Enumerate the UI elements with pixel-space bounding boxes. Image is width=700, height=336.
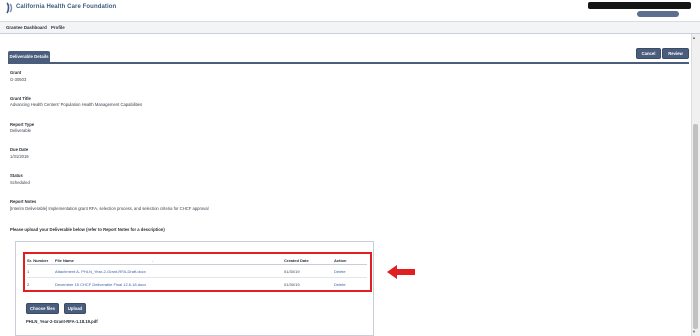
grant-value: G-30503 <box>10 77 27 82</box>
left-arrow-icon <box>387 265 415 279</box>
due-date-value: 1/31/2019 <box>10 154 29 159</box>
due-date-label: Due Date <box>10 147 29 152</box>
upload-button[interactable]: Upload <box>64 303 86 314</box>
nav-item-profile[interactable]: Profile <box>51 25 65 30</box>
report-notes-label: Report Notes <box>10 199 37 204</box>
org-name: California Health Care Foundation <box>16 4 117 10</box>
cancel-button[interactable]: Cancel <box>636 48 661 59</box>
scroll-down-icon[interactable]: ▼ <box>692 329 696 334</box>
selected-file-name: PHLN_Year-2-Grant-RFA-1.18.19.pdf <box>26 319 98 324</box>
user-menu-button[interactable] <box>637 11 679 17</box>
scroll-up-icon[interactable]: ▲ <box>692 35 696 40</box>
grant-title-label: Grant Title <box>10 96 31 101</box>
scrollbar-thumb[interactable] <box>693 124 698 329</box>
nav-item-grantee-dashboard[interactable]: Grantee Dashboard <box>6 25 47 30</box>
grant-label: Grant <box>10 70 22 75</box>
choose-files-button[interactable]: Choose files <box>26 303 59 314</box>
report-notes-value: [Interim Deliverable] Implementation gra… <box>10 206 209 211</box>
user-name-redacted <box>588 2 691 9</box>
upload-heading: Please upload your Deliverable below (re… <box>10 227 165 232</box>
highlight-box <box>23 252 372 292</box>
status-value: Scheduled <box>10 180 30 185</box>
app-header: California Health Care Foundation <box>0 0 700 22</box>
logo-icon <box>6 2 13 14</box>
status-label: Status <box>10 173 23 178</box>
main-nav: Grantee Dashboard Profile <box>0 22 700 34</box>
grant-title-value: Advancing Health Centers' Population Hea… <box>10 102 143 107</box>
report-type-label: Report Type <box>10 122 35 127</box>
review-button[interactable]: Review <box>662 48 689 59</box>
tab-divider <box>8 62 689 64</box>
report-type-value: Deliverable <box>10 128 31 133</box>
